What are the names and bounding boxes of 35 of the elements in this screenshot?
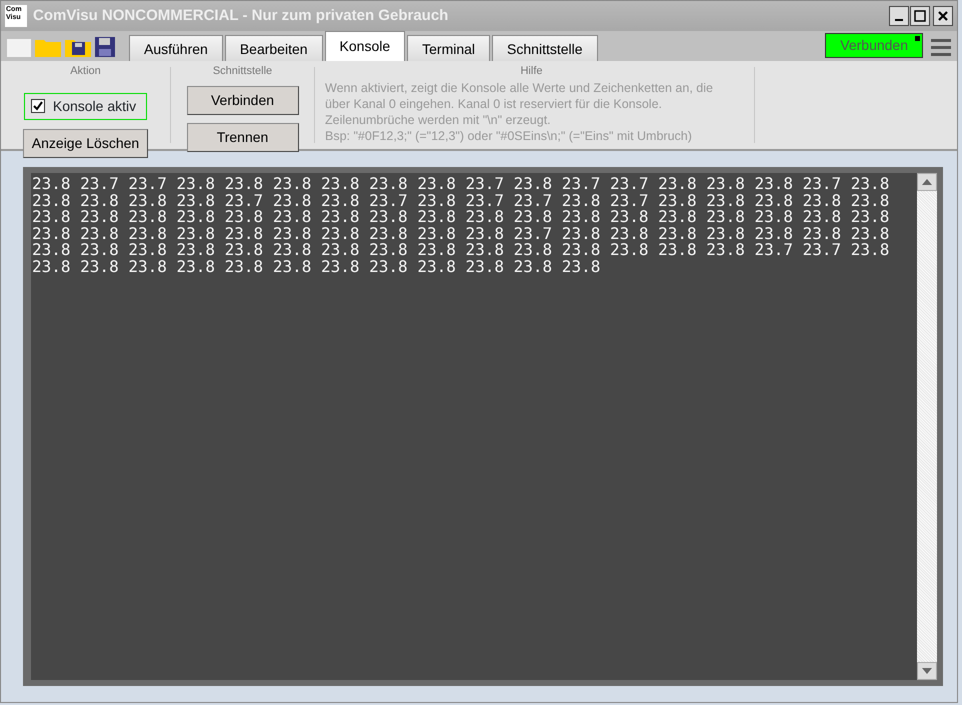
tab[interactable]: Ausführen bbox=[129, 35, 223, 61]
scroll-down-button[interactable] bbox=[917, 662, 937, 680]
tab[interactable]: Terminal bbox=[407, 35, 490, 61]
clear-button[interactable]: Anzeige Löschen bbox=[22, 128, 148, 158]
maximize-button[interactable] bbox=[910, 6, 930, 26]
checkbox-icon[interactable] bbox=[30, 99, 45, 113]
scroll-up-button[interactable] bbox=[917, 173, 937, 191]
group-title: Schnittstelle bbox=[212, 64, 272, 79]
help-text: Zeilenumbrüche werden mit "\n" erzeugt. bbox=[325, 112, 552, 128]
scrollbar[interactable] bbox=[917, 173, 937, 680]
group-title: Hilfe bbox=[520, 64, 542, 79]
maximize-icon bbox=[914, 10, 926, 22]
help-text: Wenn aktiviert, zeigt die Konsole alle Werte und Zeichenketten an, die bbox=[325, 80, 713, 96]
close-button[interactable] bbox=[933, 6, 953, 26]
up-arrow-icon bbox=[922, 179, 932, 185]
console-output: 23.8 23.7 23.7 23.8 23.8 23.8 23.8 23.8 23.8 23.7 23.8 23.7 23.7 23.8 23.8 23.8 23.7 23.8 23.8 23.8 23.8 23.8 23.7 23.8 23.8 23.7 23.8 23.7 23.7 23.8 23.7 23.8 23.8 23.8 23.8 23.8 23.8 23.8 23.8 23.8 23.8 23.8 23.8 23.8 23.8 23.8 23.8 23.8 23.8 23.8 23.8 23.8 23.8 23.8 23.8 23.8 23.8 23.8 23.8 23.8 23.8 23.8 23.8 23.8 23.7 23.8 23.8 23.8 23.8 23.8 23.8 23.8 23.8 23.8 23.8 23.8 23.8 23.8 23.8 23.8 23.8 23.8 23.8 23.8 23.8 23.8 23.8 23.7 23.7 23.8 23.8 23.8 23.8 23.8 23.8 23.8 23.8 23.8 23.8 23.8 23.8 23.8 bbox=[31, 173, 917, 680]
tab[interactable]: Konsole bbox=[324, 31, 406, 61]
help-text: über Kanal 0 eingehen. Kanal 0 ist reserviert für die Konsole. bbox=[325, 96, 664, 112]
save-icon[interactable] bbox=[95, 37, 115, 57]
tab[interactable]: Bearbeiten bbox=[224, 35, 323, 61]
folder-save-icon[interactable] bbox=[65, 37, 91, 57]
down-arrow-icon bbox=[922, 668, 932, 674]
minimize-icon bbox=[895, 19, 903, 21]
interface-button[interactable]: Trennen bbox=[186, 122, 298, 152]
interface-button[interactable]: Verbinden bbox=[186, 86, 298, 114]
checkbox-label: Konsole aktiv bbox=[52, 96, 136, 116]
konsole-checkbox[interactable]: Konsole aktiv bbox=[24, 92, 148, 120]
connection-status: Verbunden bbox=[825, 33, 923, 58]
menu-icon[interactable] bbox=[931, 37, 951, 57]
close-icon bbox=[937, 10, 949, 22]
window-title: ComVisu NONCOMMERCIAL - Nur zum privaten Gebrauch bbox=[33, 6, 450, 26]
minimize-button[interactable] bbox=[889, 6, 909, 26]
help-text: Bsp: "#0F12,3;" (="12,3") oder "#0SEins\n;" (="Eins" mit Umbruch) bbox=[325, 128, 693, 144]
tab[interactable]: Schnittstelle bbox=[492, 35, 598, 61]
group-title: Aktion bbox=[70, 64, 101, 79]
